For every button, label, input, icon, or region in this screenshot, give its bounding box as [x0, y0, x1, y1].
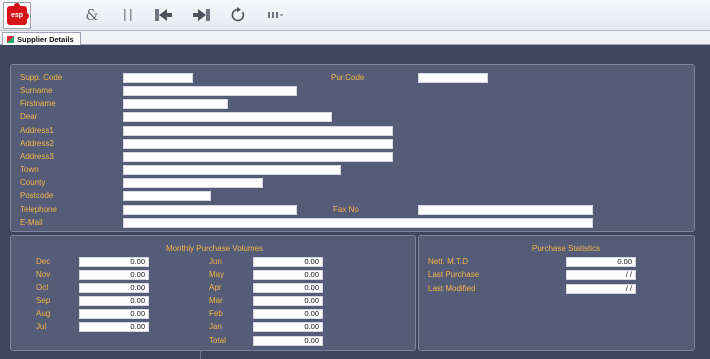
pause-icon[interactable]	[118, 5, 138, 25]
tab-label: Supplier Details	[17, 34, 74, 44]
total-label: Total	[209, 336, 226, 345]
purchase-statistics-title: Purchase Statistics	[532, 244, 601, 253]
telephone-label: Telephone	[20, 205, 57, 214]
last-modified-field[interactable]: / /	[566, 284, 636, 294]
month-label: Aug	[36, 309, 51, 318]
dear-field[interactable]	[123, 112, 332, 122]
last-purchase-field[interactable]: / /	[566, 270, 636, 280]
county-label: County	[20, 178, 46, 187]
month-value-field[interactable]: 0.00	[79, 257, 149, 267]
tab-supplier-details[interactable]: Supplier Details	[2, 32, 81, 45]
logo-text: esp	[7, 6, 27, 25]
fax-field[interactable]	[418, 205, 593, 215]
toolbar: esp &	[0, 0, 710, 31]
month-label: Oct	[36, 283, 49, 292]
last-modified-label: Last Modified	[428, 284, 476, 293]
email-field[interactable]	[123, 218, 593, 228]
purchase-statistics-panel: Purchase Statistics Nett. M.T.D 0.00 Las…	[418, 235, 695, 351]
month-value-field[interactable]: 0.00	[253, 322, 323, 332]
month-label: Dec	[36, 257, 51, 266]
month-value-field[interactable]: 0.00	[79, 322, 149, 332]
postcode-field[interactable]	[123, 191, 211, 201]
total-value-field[interactable]: 0.00	[253, 336, 323, 346]
month-value-field[interactable]: 0.00	[79, 283, 149, 293]
county-field[interactable]	[123, 178, 263, 188]
ampersand-icon[interactable]: &	[82, 5, 102, 25]
address3-field[interactable]	[123, 152, 393, 162]
month-label: Apr	[209, 283, 222, 292]
status-divider	[200, 350, 201, 359]
supplier-details-panel: Supp. Code Pur.Code Surname Firstname De…	[10, 64, 695, 232]
surname-label: Surname	[20, 86, 53, 95]
address2-label: Address2	[20, 139, 54, 148]
record-nav-icon[interactable]	[266, 5, 286, 25]
month-value-field[interactable]: 0.00	[79, 309, 149, 319]
pur-code-label: Pur.Code	[331, 73, 365, 82]
supplier-icon	[7, 35, 14, 43]
postcode-label: Postcode	[20, 191, 54, 200]
firstname-label: Firstname	[20, 99, 56, 108]
nett-mtd-label: Nett. M.T.D	[428, 257, 469, 266]
status-bar	[0, 352, 710, 359]
supp-code-field[interactable]	[123, 73, 193, 83]
address1-field[interactable]	[123, 126, 393, 136]
address1-label: Address1	[20, 126, 54, 135]
tab-strip: Supplier Details	[0, 31, 710, 45]
dear-label: Dear	[20, 112, 38, 121]
month-label: Mar	[209, 296, 223, 305]
month-label: Jul	[36, 322, 47, 331]
month-label: May	[209, 270, 225, 279]
month-value-field[interactable]: 0.00	[253, 309, 323, 319]
monthly-volumes-panel: Monthly Purchase Volumes Dec 0.00 Nov 0.…	[10, 235, 416, 351]
firstname-field[interactable]	[123, 99, 228, 109]
month-label: Sep	[36, 296, 51, 305]
supp-code-label: Supp. Code	[20, 73, 63, 82]
pur-code-field[interactable]	[418, 73, 488, 83]
month-label: Jun	[209, 257, 222, 266]
month-label: Nov	[36, 270, 51, 279]
refresh-icon[interactable]	[228, 5, 248, 25]
town-field[interactable]	[123, 165, 341, 175]
address3-label: Address3	[20, 152, 54, 161]
month-value-field[interactable]: 0.00	[253, 270, 323, 280]
last-purchase-label: Last Purchase	[428, 270, 480, 279]
month-value-field[interactable]: 0.00	[79, 296, 149, 306]
month-value-field[interactable]: 0.00	[253, 283, 323, 293]
nett-mtd-field[interactable]: 0.00	[566, 257, 636, 267]
back-icon[interactable]	[154, 5, 174, 25]
forward-icon[interactable]	[192, 5, 212, 25]
month-label: Feb	[209, 309, 223, 318]
email-label: E-Mail	[20, 218, 43, 227]
monthly-volumes-title: Monthly Purchase Volumes	[166, 244, 263, 253]
month-value-field[interactable]: 0.00	[79, 270, 149, 280]
fax-label: Fax No	[333, 205, 359, 214]
month-value-field[interactable]: 0.00	[253, 257, 323, 267]
surname-field[interactable]	[123, 86, 297, 96]
month-label: Jan	[209, 322, 222, 331]
app-logo: esp	[3, 2, 31, 29]
address2-field[interactable]	[123, 139, 393, 149]
telephone-field[interactable]	[123, 205, 297, 215]
town-label: Town	[20, 165, 39, 174]
month-value-field[interactable]: 0.00	[253, 296, 323, 306]
